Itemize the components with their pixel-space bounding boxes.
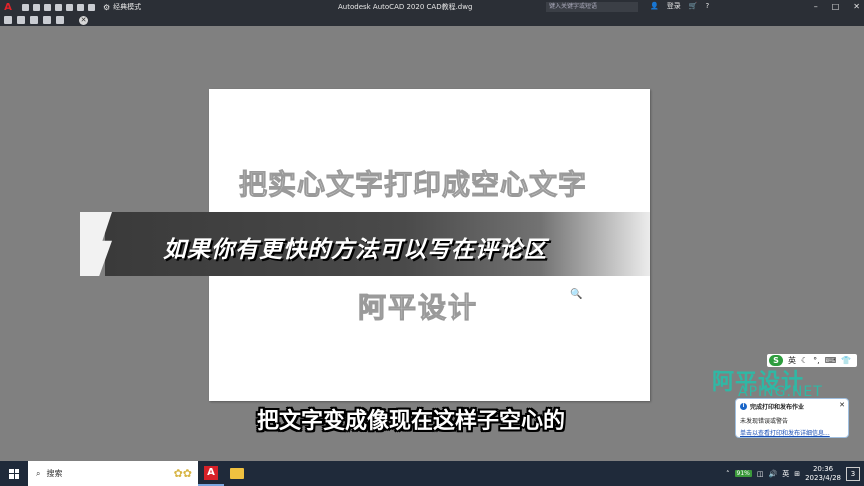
plot-complete-notification[interactable]: i 完成打印和发布作业 ✕ 未发现错误或警告 单击以查看打印和发布详细信息... [735,398,849,438]
zoom-icon[interactable] [30,16,38,24]
save-icon[interactable] [44,3,51,11]
maximize-icon[interactable]: □ [832,0,840,14]
workspace-label: 经典模式 [113,3,142,11]
taskbar-search[interactable]: ⌕ 搜索 ✿✿ [28,461,198,486]
notification-center-badge[interactable]: 3 [846,466,860,481]
close-icon[interactable]: ✕ [839,401,845,409]
search-icon: ⌕ [36,468,41,478]
drawing-text-line2: 阿平设计 [357,291,479,325]
taskbar-file-explorer[interactable] [224,461,250,486]
window-controls: – □ ✕ [814,0,860,14]
save-as-icon[interactable] [55,3,62,11]
skin-icon[interactable]: 👕 [841,356,851,365]
info-icon: i [740,403,747,410]
video-subtitle: 把文字变成像现在这样子空心的 [257,409,566,434]
search-highlight-icon: ✿✿ [173,467,192,480]
new-icon[interactable] [22,3,29,11]
quick-access-toolbar [22,3,95,11]
minimize-icon[interactable]: – [814,0,818,14]
network-icon[interactable]: ◫ [757,470,764,478]
punctuation-icon[interactable]: °, [813,356,820,365]
autocad-logo-icon[interactable]: A [0,0,16,14]
search-input[interactable]: 键入关键字或短语 [546,2,638,12]
watermark: 阿平设计 APING.NET [712,364,822,400]
zoom-previous-icon[interactable] [56,16,64,24]
notification-header: i 完成打印和发布作业 [740,402,844,411]
banner-caption: 如果你有更快的方法可以写在评论区 [163,237,547,263]
zoom-window-icon[interactable] [43,16,51,24]
undo-icon[interactable] [77,3,84,11]
notification-title: 完成打印和发布作业 [750,404,805,411]
clock-date: 2023/4/28 [805,473,841,482]
clock[interactable]: 20:36 2023/4/28 [805,465,841,483]
volume-icon[interactable]: 🔊 [769,470,778,478]
taskbar-search-label: 搜索 [46,469,63,478]
battery-indicator[interactable]: 91% [734,470,752,477]
folder-icon [230,468,244,479]
user-icon[interactable]: 👤 [650,2,659,10]
drawing-text-line1: 把实心文字打印成空心文字 [238,168,588,202]
ime-grid-icon[interactable]: ⊞ [794,470,800,478]
taskbar: ⌕ 搜索 ✿✿ A ˄ 91% ◫ 🔊 英 ⊞ 20:36 2023/4/28 … [0,461,864,486]
keyboard-icon[interactable]: ⌨ [825,356,837,365]
app-title: Autodesk AutoCAD 2020 CAD教程.dwg [338,3,473,11]
zoom-cursor-icon: 🔍 [570,289,583,300]
close-preview-icon[interactable]: ✕ [79,15,88,25]
taskbar-autocad-app[interactable]: A [198,461,224,486]
clock-time: 20:36 [812,464,834,473]
pan-icon[interactable] [17,16,25,24]
autocad-app-icon: A [204,465,218,480]
title-right-tools: 👤 登录 🛒 ? [650,1,709,11]
notification-message: 未发现错误或警告 [740,418,789,425]
login-link[interactable]: 登录 [667,1,681,11]
help-icon[interactable]: ? [705,2,709,10]
title-bar: A ⚙ 经典模式 Autodesk AutoCAD 2020 CAD教程.dwg… [0,0,864,14]
windows-start-icon[interactable] [0,461,28,486]
ime-indicator[interactable]: 英 [782,469,789,479]
cart-icon[interactable]: 🛒 [689,2,698,10]
notification-details-link[interactable]: 单击以查看打印和发布详细信息... [740,428,844,437]
tray-expand-icon[interactable]: ˄ [726,470,730,478]
redo-icon[interactable] [88,3,95,11]
system-tray: ˄ 91% ◫ 🔊 英 ⊞ 20:36 2023/4/28 3 [726,465,864,483]
file-tab-toolbar: ✕ [0,14,864,26]
open-icon[interactable] [33,3,40,11]
print-icon[interactable] [4,16,12,24]
workspace-switcher[interactable]: ⚙ 经典模式 [103,2,213,12]
gear-icon: ⚙ [103,2,111,12]
plot-icon[interactable] [66,3,73,11]
close-icon[interactable]: ✕ [853,0,860,14]
